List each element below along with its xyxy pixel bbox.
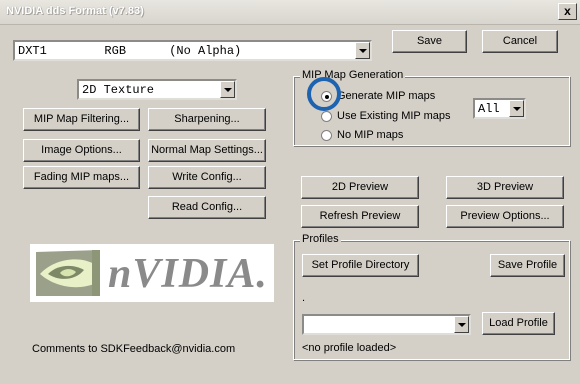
close-button[interactable]: x (558, 3, 577, 20)
preview-2d-button[interactable]: 2D Preview (301, 176, 419, 199)
chevron-down-icon[interactable] (454, 316, 469, 333)
mip-levels-select[interactable]: All (473, 98, 526, 119)
refresh-preview-button[interactable]: Refresh Preview (301, 205, 419, 228)
profile-select[interactable] (302, 314, 471, 335)
chevron-down-icon[interactable] (509, 100, 524, 117)
format-select-value: DXT1 RGB (No Alpha) (18, 44, 242, 58)
mip-levels-value: All (478, 102, 500, 116)
radio-icon[interactable] (321, 110, 332, 122)
save-button[interactable]: Save (392, 30, 467, 53)
chevron-down-icon[interactable] (220, 81, 235, 98)
sharpening-button[interactable]: Sharpening... (148, 108, 266, 131)
normal-map-settings-button[interactable]: Normal Map Settings... (148, 139, 266, 162)
cancel-button[interactable]: Cancel (482, 30, 558, 53)
feedback-email: Comments to SDKFeedback@nvidia.com (32, 343, 236, 355)
title-bar: NVIDIA dds Format (v7.83) x (0, 0, 580, 25)
write-config-button[interactable]: Write Config... (148, 166, 266, 189)
set-profile-directory-button[interactable]: Set Profile Directory (302, 254, 419, 277)
radio-no-mip-label: No MIP maps (337, 129, 404, 141)
close-icon: x (564, 4, 571, 18)
nvidia-logo: nVIDIA. (30, 244, 274, 302)
mip-map-filtering-button[interactable]: MIP Map Filtering... (23, 108, 140, 131)
image-options-button[interactable]: Image Options... (23, 139, 140, 162)
fading-mip-maps-button[interactable]: Fading MIP maps... (23, 166, 140, 189)
load-profile-button[interactable]: Load Profile (482, 312, 555, 335)
radio-no-mip[interactable]: No MIP maps (321, 129, 403, 141)
save-profile-button[interactable]: Save Profile (490, 254, 565, 277)
window-title: NVIDIA dds Format (v7.83) (6, 5, 144, 17)
chevron-down-icon[interactable] (355, 42, 370, 59)
highlight-circle-annotation (307, 77, 341, 111)
profiles-label: Profiles (300, 233, 341, 245)
radio-icon[interactable] (321, 129, 332, 141)
nvidia-logo-text: nVIDIA. (108, 251, 268, 297)
texture-type-select[interactable]: 2D Texture (77, 79, 237, 100)
texture-type-value: 2D Texture (82, 83, 155, 97)
preview-options-button[interactable]: Preview Options... (446, 205, 564, 228)
preview-3d-button[interactable]: 3D Preview (446, 176, 564, 199)
format-select[interactable]: DXT1 RGB (No Alpha) (13, 40, 372, 61)
radio-use-existing-mip[interactable]: Use Existing MIP maps (321, 110, 451, 122)
radio-generate-mip-label: Generate MIP maps (337, 90, 436, 102)
profile-path-dot: . (302, 292, 306, 304)
profile-status: <no profile loaded> (302, 342, 397, 354)
read-config-button[interactable]: Read Config... (148, 196, 266, 219)
radio-use-existing-label: Use Existing MIP maps (337, 110, 451, 122)
